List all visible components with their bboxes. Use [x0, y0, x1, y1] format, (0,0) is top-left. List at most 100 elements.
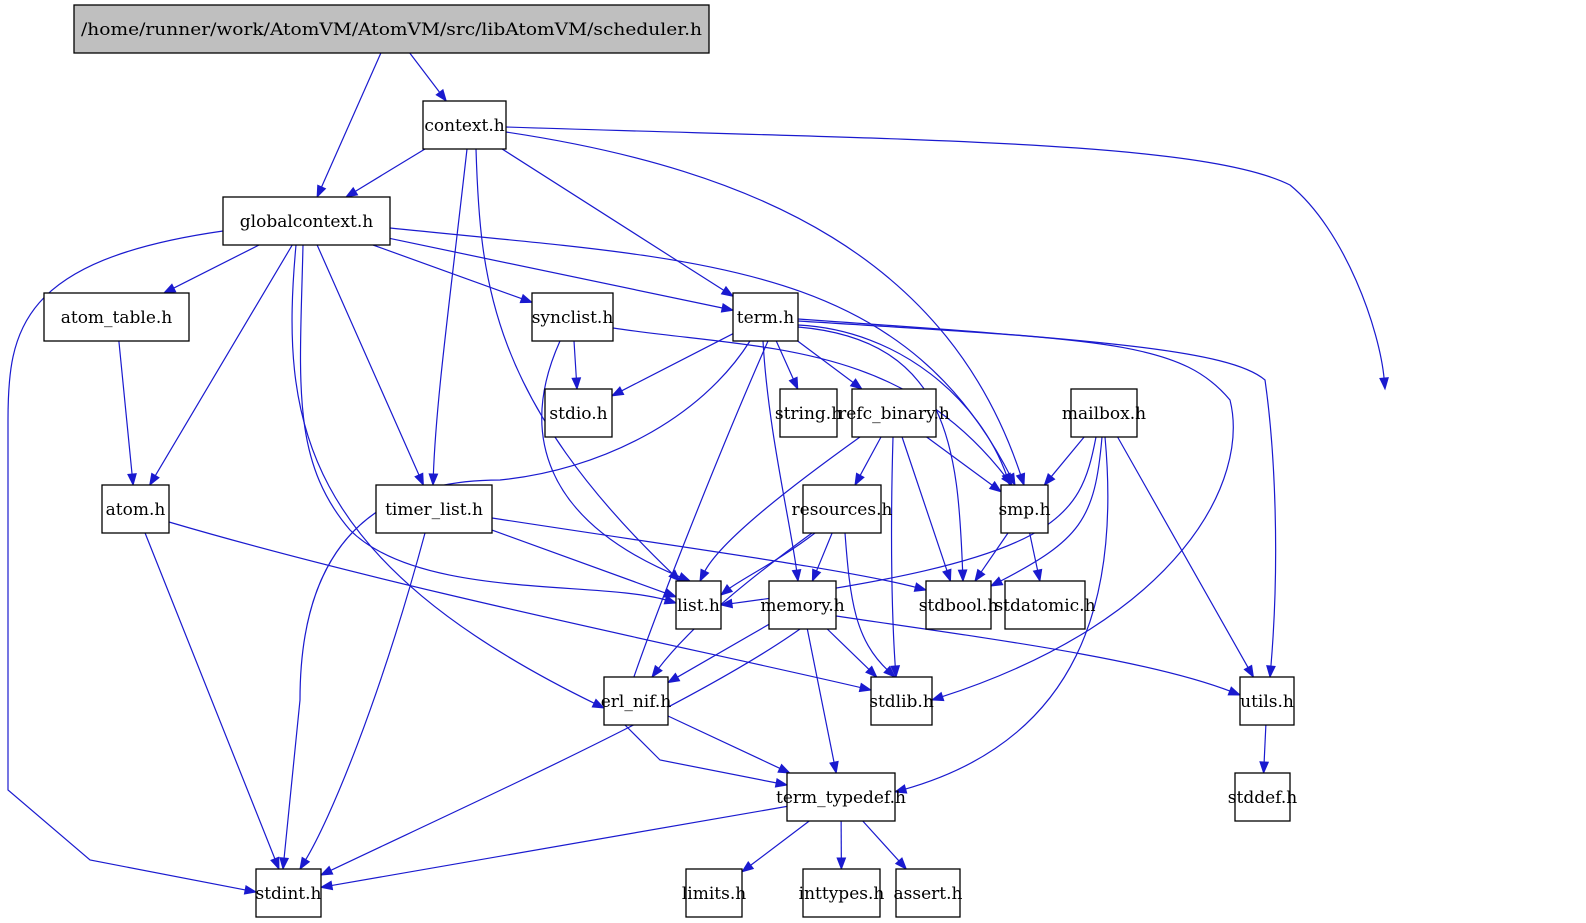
arrowhead-icon [774, 777, 789, 788]
edge-line [806, 628, 836, 765]
arrowhead-icon [1379, 377, 1389, 391]
node-stdio[interactable]: stdio.h [544, 388, 613, 438]
edge-line [890, 436, 896, 669]
node-smp[interactable]: smp.h [998, 484, 1051, 534]
arrowhead-icon [699, 568, 710, 583]
node-label: smp.h [998, 500, 1050, 520]
edge-scheduler-to-context [409, 52, 448, 103]
edge-line [171, 244, 260, 290]
node-label: timer_list.h [385, 500, 483, 520]
node-mailbox[interactable]: mailbox.h [1062, 388, 1146, 438]
node-label: mailbox.h [1062, 404, 1146, 424]
arrowhead-icon [316, 184, 327, 199]
node-resources[interactable]: resources.h [792, 484, 893, 534]
arrowhead-icon [1043, 473, 1056, 487]
node-stdatomic[interactable]: stdatomic.h [994, 580, 1096, 630]
edge-line [901, 436, 949, 573]
arrowhead-icon [1266, 665, 1276, 679]
arrowhead-icon [988, 480, 1003, 493]
arrowhead-icon [270, 856, 280, 871]
arrowhead-icon [829, 760, 839, 775]
node-scheduler[interactable]: /home/runner/work/AtomVM/AtomVM/src/libA… [73, 4, 710, 54]
edge-line [328, 628, 801, 872]
edge-smp-to-stdatomic [1029, 532, 1043, 583]
edge-line [118, 340, 133, 477]
node-globalcontext[interactable]: globalcontext.h [222, 196, 391, 246]
arrowhead-icon [319, 880, 334, 891]
node-memory[interactable]: memory.h [760, 580, 845, 630]
node-label: synclist.h [532, 308, 614, 328]
node-list[interactable]: list.h [675, 580, 722, 630]
node-stddef[interactable]: stddef.h [1228, 772, 1297, 822]
node-label: stdatomic.h [994, 596, 1095, 616]
edge-atom-to-stdint [144, 532, 280, 871]
node-stdint[interactable]: stdint.h [255, 868, 322, 918]
edge-erl_nif-to-term_typedef [667, 715, 792, 774]
edge-timer_list-to-stdint [299, 532, 426, 871]
node-label: inttypes.h [799, 884, 885, 904]
node-string[interactable]: string.h [775, 388, 842, 438]
arrowhead-icon [571, 377, 582, 391]
edge-line [541, 340, 682, 579]
node-utils[interactable]: utils.h [1239, 676, 1295, 726]
node-label: stdlib.h [869, 692, 934, 712]
node-inttypes[interactable]: inttypes.h [799, 868, 885, 918]
arrowhead-icon [319, 865, 334, 876]
node-limits[interactable]: limits.h [682, 868, 746, 918]
node-term-typedef[interactable]: term_typedef.h [776, 772, 906, 822]
arrowhead-icon [913, 582, 928, 592]
edge-context-to-globalcontext [344, 148, 426, 198]
edge-refc_binary-to-smp [926, 436, 1003, 493]
arrowhead-icon [849, 378, 863, 390]
arrowhead-icon [720, 285, 735, 298]
edge-term_typedef-to-limits [740, 820, 810, 873]
node-context[interactable]: context.h [422, 100, 507, 150]
arrowhead-icon [957, 569, 968, 583]
arrowhead-icon [127, 473, 137, 487]
node-label: assert.h [894, 884, 963, 904]
edge-term-to-refc_binary [797, 340, 863, 390]
arrowhead-icon [989, 576, 1004, 587]
node-refc-binary[interactable]: refc_binary.h [838, 388, 950, 438]
node-label: term_typedef.h [776, 788, 906, 808]
edge-line [797, 326, 964, 573]
arrowhead-icon [974, 568, 986, 583]
edge-line [826, 628, 871, 672]
edge-line [389, 227, 1012, 478]
node-term[interactable]: term.h [732, 292, 799, 342]
edge-scheduler-to-globalcontext [316, 52, 382, 199]
node-synclist[interactable]: synclist.h [531, 292, 614, 342]
arrowhead-icon [740, 860, 755, 873]
node-atom[interactable]: atom.h [101, 484, 170, 534]
node-stdlib[interactable]: stdlib.h [869, 676, 934, 726]
arrowhead-icon [858, 682, 873, 693]
node-timer-list[interactable]: timer_list.h [375, 484, 493, 534]
node-atom-table[interactable]: atom_table.h [43, 292, 190, 342]
edge-line [1029, 532, 1039, 573]
arrowhead-icon [243, 884, 258, 895]
edge-context-to-mailbox [505, 126, 1389, 391]
node-label: context.h [424, 116, 504, 136]
edge-line [168, 521, 863, 689]
node-label: string.h [775, 404, 842, 424]
node-erl-nif[interactable]: erl_nif.h [601, 676, 672, 726]
edge-line [815, 532, 833, 573]
arrowhead-icon [854, 472, 865, 487]
node-label: atom_table.h [61, 308, 173, 328]
node-label: stddef.h [1228, 788, 1297, 808]
edge-line [573, 340, 578, 381]
node-label: list.h [677, 596, 720, 616]
arrowhead-icon [719, 584, 734, 596]
node-stdbool[interactable]: stdbool.h [919, 580, 999, 630]
arrowhead-icon [777, 763, 792, 774]
edge-line [926, 436, 995, 487]
node-label: limits.h [682, 884, 746, 904]
edge-line [501, 148, 726, 292]
edge-atom_table-to-atom [118, 340, 137, 487]
edge-line [858, 436, 882, 478]
edge-line [144, 532, 277, 861]
arrowhead-icon [279, 857, 290, 871]
arrowhead-icon [1259, 761, 1270, 775]
arrowhead-icon [299, 856, 311, 871]
node-assert[interactable]: assert.h [894, 868, 963, 918]
